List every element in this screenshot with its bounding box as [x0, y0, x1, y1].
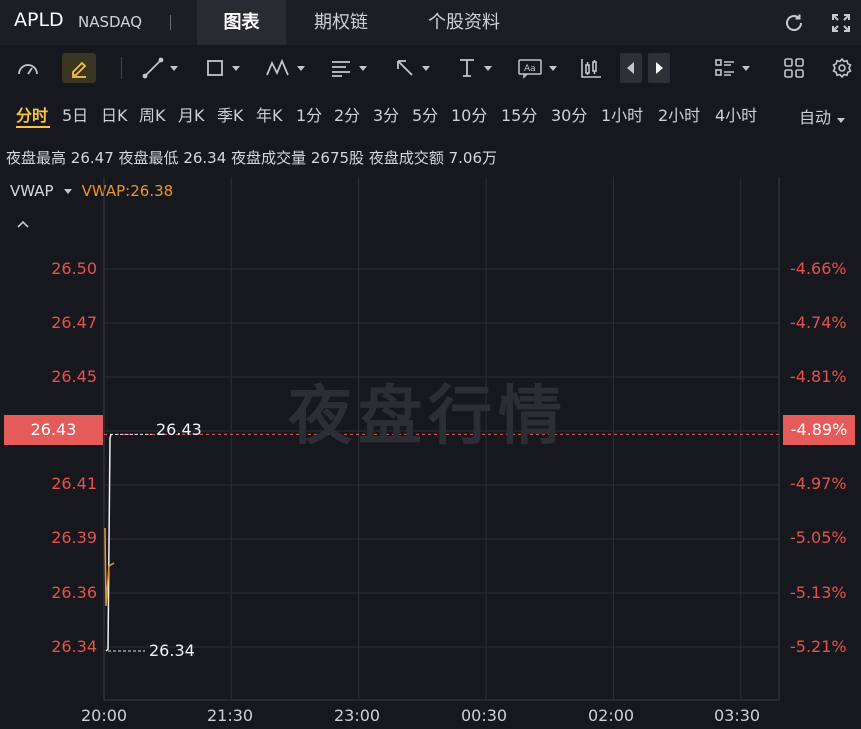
x-tick-label: 00:30: [461, 706, 508, 725]
period-monthly[interactable]: 月K: [178, 102, 205, 126]
x-tick-label: 02:00: [588, 706, 635, 725]
watermark-text: 夜盘行情: [288, 380, 568, 454]
vwap-series-line: [104, 527, 115, 607]
exchange-label: NASDAQ: [78, 13, 143, 31]
chevron-down-icon: [837, 118, 846, 123]
indicator-row[interactable]: VWAP VWAP:26.38: [10, 182, 173, 200]
night-session-stats: 夜盘最高 26.47 夜盘最低 26.34 夜盘成交量 2675股 夜盘成交额 …: [6, 147, 497, 168]
tab-option-chain[interactable]: 期权链: [296, 0, 386, 45]
tab-stock-profile[interactable]: 个股资料: [404, 0, 524, 45]
text-cursor-icon[interactable]: [451, 53, 497, 83]
chart-series: [104, 433, 779, 652]
x-tick-label: 03:30: [714, 706, 761, 725]
list-layout-icon[interactable]: [709, 53, 755, 83]
mode-dropdown[interactable]: 自动: [799, 104, 846, 128]
prev-arrow-icon[interactable]: [620, 53, 642, 83]
speedometer-icon[interactable]: [14, 53, 42, 83]
period-timeshare[interactable]: 分时: [16, 102, 48, 126]
period-5d[interactable]: 5日: [62, 102, 88, 126]
indicator-value: VWAP:26.38: [81, 182, 174, 200]
period-1min[interactable]: 1分: [296, 102, 322, 126]
stat-amount-label: 夜盘成交额: [368, 149, 444, 167]
line-tool-icon[interactable]: [137, 53, 183, 83]
period-4h[interactable]: 4小时: [715, 102, 757, 126]
refresh-icon[interactable]: [780, 9, 808, 37]
next-arrow-icon[interactable]: [648, 53, 670, 83]
current-price-tag: 26.43: [4, 415, 103, 445]
y-tick-label: 26.34: [51, 637, 97, 656]
period-10min[interactable]: 10分: [451, 102, 487, 126]
high-marker-label: 26.43: [156, 420, 202, 439]
period-selector: 分时 5日 日K 周K 月K 季K 年K 1分 2分 3分 5分 10分 15分…: [0, 96, 861, 130]
period-5min[interactable]: 5分: [412, 102, 438, 126]
arrow-tool-icon[interactable]: [389, 53, 435, 83]
y-pct-label: -4.74%: [790, 313, 847, 332]
indicator-name[interactable]: VWAP: [10, 182, 54, 200]
period-2h[interactable]: 2小时: [658, 102, 700, 126]
period-3min[interactable]: 3分: [373, 102, 399, 126]
stat-volume-value: 2675股: [310, 149, 365, 167]
x-tick-label: 20:00: [81, 706, 128, 725]
ticker-symbol: APLD: [14, 9, 64, 31]
period-15min[interactable]: 15分: [501, 102, 537, 126]
mode-label: 自动: [799, 108, 832, 127]
price-series-line: [105, 434, 112, 652]
y-tick-label: 26.41: [51, 474, 97, 493]
header-divider: [170, 15, 171, 30]
y-pct-label: -4.81%: [790, 367, 847, 386]
stat-low-value: 26.34: [183, 149, 227, 167]
pen-icon[interactable]: [62, 53, 96, 83]
y-pct-label: -4.66%: [790, 259, 847, 278]
y-pct-label: -5.21%: [790, 637, 847, 656]
stat-high-value: 26.47: [70, 149, 114, 167]
stat-low-label: 夜盘最低: [118, 149, 179, 167]
top-header: APLD NASDAQ 图表 期权链 个股资料: [0, 0, 861, 45]
toolbar-divider: [121, 57, 122, 79]
x-tick-label: 21:30: [207, 706, 254, 725]
collapse-chevron-icon[interactable]: [16, 214, 30, 233]
y-tick-label: 26.50: [51, 259, 97, 278]
y-tick-label: 26.45: [51, 367, 97, 386]
fullscreen-icon[interactable]: [827, 9, 855, 37]
period-daily[interactable]: 日K: [101, 102, 128, 126]
period-yearly[interactable]: 年K: [256, 102, 283, 126]
y-tick-label: 26.39: [51, 528, 97, 547]
stat-volume-label: 夜盘成交量: [231, 149, 307, 167]
y-tick-label: 26.36: [51, 583, 97, 602]
stat-amount-value: 7.06万: [448, 149, 498, 167]
stat-high-label: 夜盘最高: [6, 149, 67, 167]
y-pct-label: -5.05%: [790, 528, 847, 547]
y-pct-label: -4.97%: [790, 474, 847, 493]
tab-chart[interactable]: 图表: [197, 0, 286, 45]
period-2min[interactable]: 2分: [334, 102, 360, 126]
text-lines-icon[interactable]: [325, 53, 371, 83]
current-pct-tag: -4.89%: [783, 415, 855, 445]
y-pct-label: -5.13%: [790, 583, 847, 602]
low-marker-label: 26.34: [149, 641, 195, 660]
settings-icon[interactable]: [828, 53, 856, 83]
text-box-icon[interactable]: Aa: [513, 53, 561, 83]
active-period-underline: [16, 126, 50, 128]
rectangle-tool-icon[interactable]: [199, 53, 245, 83]
y-tick-label: 26.47: [51, 313, 97, 332]
grid-layout-icon[interactable]: [781, 53, 807, 83]
period-1h[interactable]: 1小时: [601, 102, 643, 126]
candlestick-icon[interactable]: [577, 53, 605, 83]
period-30min[interactable]: 30分: [551, 102, 587, 126]
x-tick-label: 23:00: [334, 706, 381, 725]
period-quarterly[interactable]: 季K: [217, 102, 244, 126]
pattern-tool-icon[interactable]: [261, 53, 309, 83]
chevron-down-icon[interactable]: [63, 189, 72, 194]
svg-text:Aa: Aa: [524, 64, 536, 74]
drawing-toolbar: Aa: [0, 45, 861, 90]
period-weekly[interactable]: 周K: [139, 102, 166, 126]
